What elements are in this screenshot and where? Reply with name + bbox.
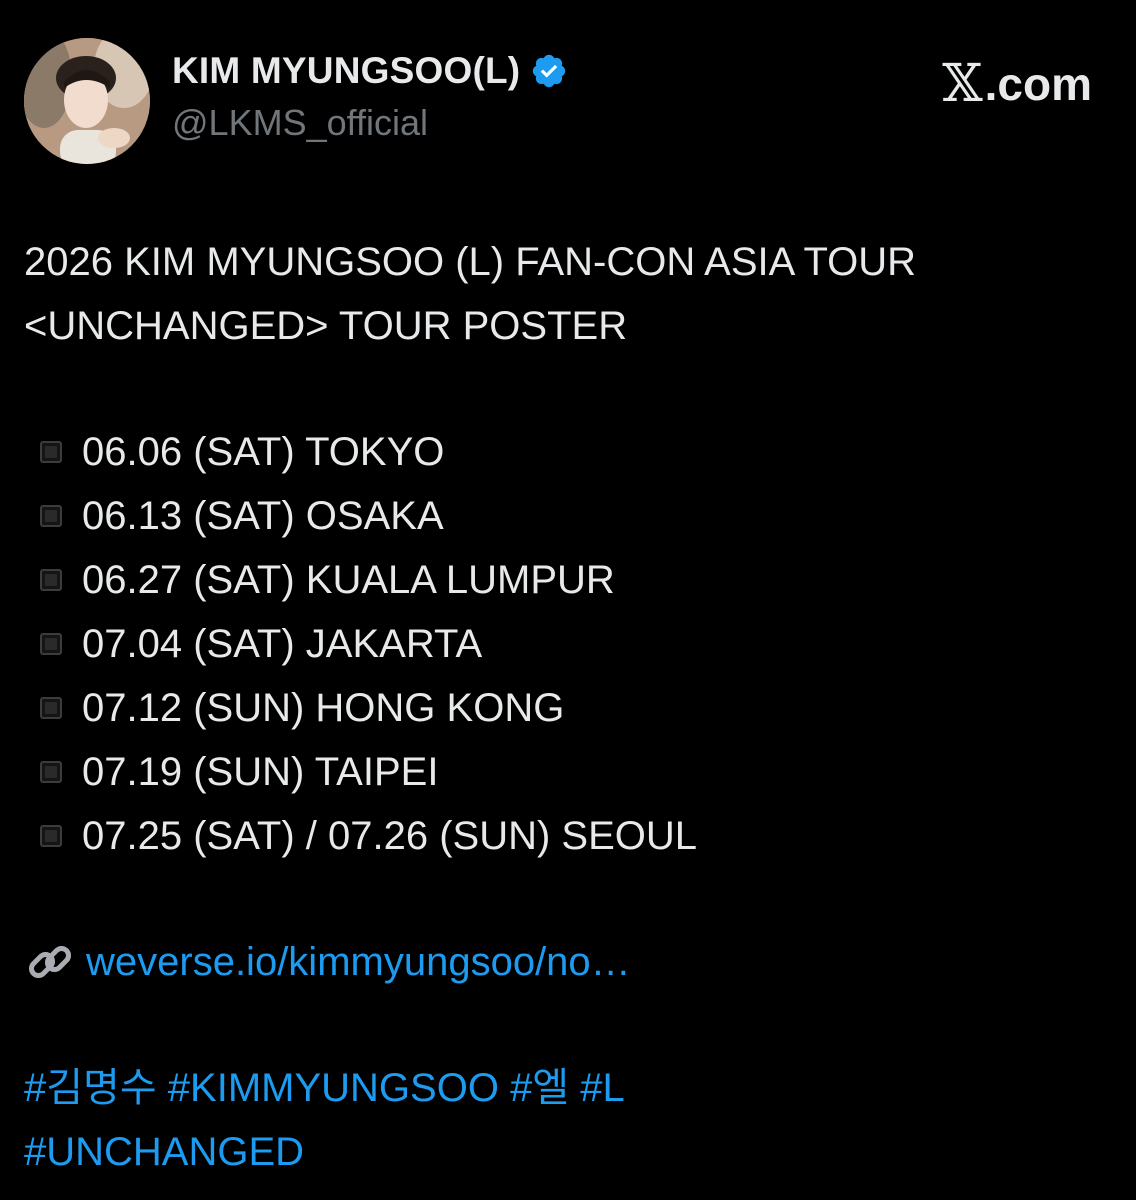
hashtag-link[interactable]: #UNCHANGED	[24, 1130, 304, 1174]
brand-suffix: .com	[984, 58, 1092, 110]
square-bullet-icon	[40, 505, 62, 527]
square-bullet-icon	[40, 825, 62, 847]
list-item: 07.04 (SAT) JAKARTA	[24, 612, 1114, 676]
display-name[interactable]: KIM MYUNGSOO(L)	[172, 50, 520, 92]
post-title-line-1: 2026 KIM MYUNGSOO (L) FAN-CON ASIA TOUR	[24, 240, 917, 284]
avatar[interactable]	[24, 38, 150, 164]
schedule-text: 07.12 (SUN) HONG KONG	[82, 686, 565, 730]
square-bullet-icon	[40, 761, 62, 783]
name-row: KIM MYUNGSOO(L)	[172, 50, 568, 92]
post-title-line-2: <UNCHANGED> TOUR POSTER	[24, 304, 628, 348]
hashtag-link[interactable]: #김명수	[24, 1066, 157, 1110]
list-item: 06.13 (SAT) OSAKA	[24, 484, 1114, 548]
link-row: weverse.io/kimmyungsoo/no…	[24, 930, 1114, 994]
square-bullet-icon	[40, 441, 62, 463]
schedule-text: 06.13 (SAT) OSAKA	[82, 494, 444, 538]
hashtags: #김명수 #KIMMYUNGSOO #엘 #L #UNCHANGED	[24, 1056, 1114, 1184]
hashtag-line-1: #김명수 #KIMMYUNGSOO #엘 #L	[24, 1056, 1114, 1120]
x-logo-icon: 𝕏	[942, 54, 983, 114]
square-bullet-icon	[40, 633, 62, 655]
schedule-text: 07.25 (SAT) / 07.26 (SUN) SEOUL	[82, 814, 698, 858]
hashtag-line-2: #UNCHANGED	[24, 1120, 1114, 1184]
schedule-text: 06.27 (SAT) KUALA LUMPUR	[82, 558, 615, 602]
schedule-text: 07.19 (SUN) TAIPEI	[82, 750, 439, 794]
hashtag-link[interactable]: #엘	[510, 1066, 569, 1110]
list-item: 07.25 (SAT) / 07.26 (SUN) SEOUL	[24, 804, 1114, 868]
list-item: 06.27 (SAT) KUALA LUMPUR	[24, 548, 1114, 612]
avatar-photo	[24, 38, 150, 164]
post-header: KIM MYUNGSOO(L) @LKMS_official 𝕏 .com	[0, 0, 1136, 200]
list-item: 07.12 (SUN) HONG KONG	[24, 676, 1114, 740]
schedule-text: 06.06 (SAT) TOKYO	[82, 430, 445, 474]
list-item: 06.06 (SAT) TOKYO	[24, 420, 1114, 484]
list-item: 07.19 (SUN) TAIPEI	[24, 740, 1114, 804]
hashtag-link[interactable]: #KIMMYUNGSOO	[168, 1066, 499, 1110]
verified-badge-icon	[533, 54, 566, 88]
weverse-link[interactable]: weverse.io/kimmyungsoo/no…	[86, 930, 631, 994]
tour-schedule: 06.06 (SAT) TOKYO 06.13 (SAT) OSAKA 06.2…	[24, 420, 1114, 868]
square-bullet-icon	[40, 569, 62, 591]
brand-logo: 𝕏 .com	[942, 54, 1092, 114]
user-handle[interactable]: @LKMS_official	[172, 102, 428, 144]
post-body: 2026 KIM MYUNGSOO (L) FAN-CON ASIA TOUR …	[24, 230, 1114, 1184]
schedule-text: 07.04 (SAT) JAKARTA	[82, 622, 483, 666]
square-bullet-icon	[40, 697, 62, 719]
chain-link-icon	[28, 945, 72, 979]
hashtag-link[interactable]: #L	[580, 1066, 625, 1110]
